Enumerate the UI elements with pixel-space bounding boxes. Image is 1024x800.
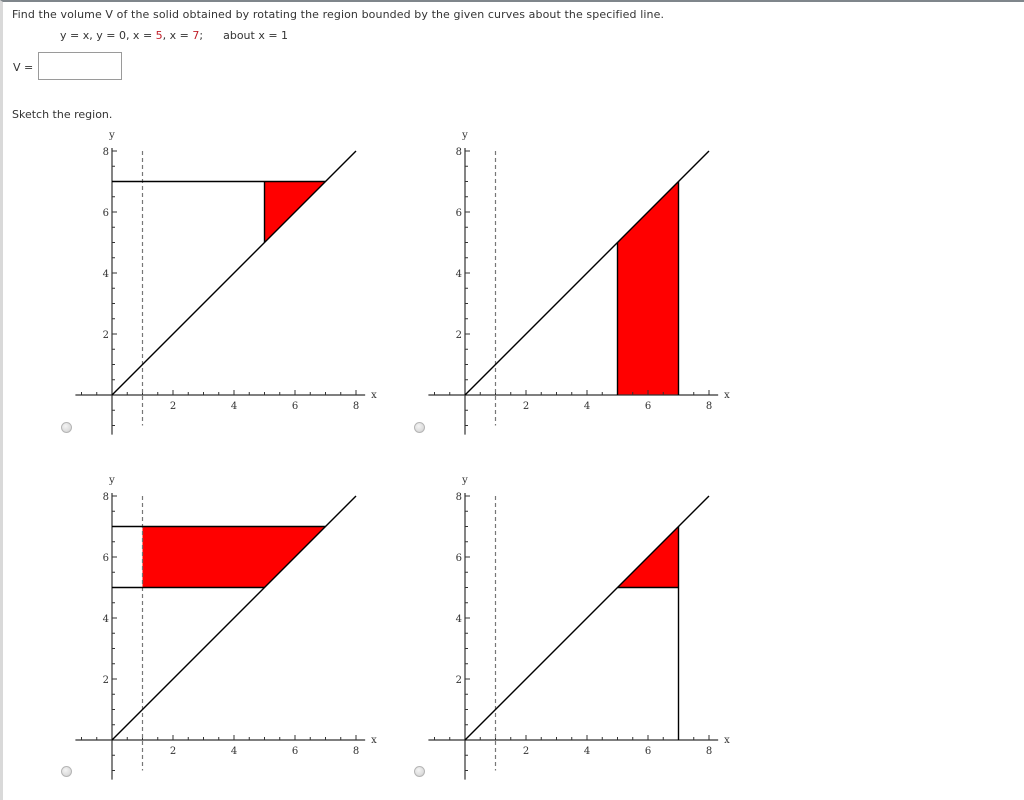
y-tick-label: 6 <box>456 553 462 564</box>
y-tick-label: 2 <box>456 675 462 686</box>
x-tick-label: 2 <box>523 746 529 757</box>
x-tick-label: 4 <box>584 746 590 757</box>
y-tick-label: 4 <box>456 614 462 625</box>
radio-option-c[interactable] <box>61 766 72 777</box>
y-axis-label: y <box>461 475 468 486</box>
radio-option-a[interactable] <box>61 422 72 433</box>
x-axis-label: x <box>724 735 730 746</box>
y-tick-label: 8 <box>456 492 462 503</box>
curve-line <box>464 495 710 741</box>
x-tick-label: 8 <box>706 746 712 757</box>
radio-option-b[interactable] <box>414 422 425 433</box>
graph-option-d: 2 4 6 8 2 4 6 8 x y <box>428 475 730 780</box>
x-tick-label: 6 <box>645 746 651 757</box>
radio-option-d[interactable] <box>414 766 425 777</box>
